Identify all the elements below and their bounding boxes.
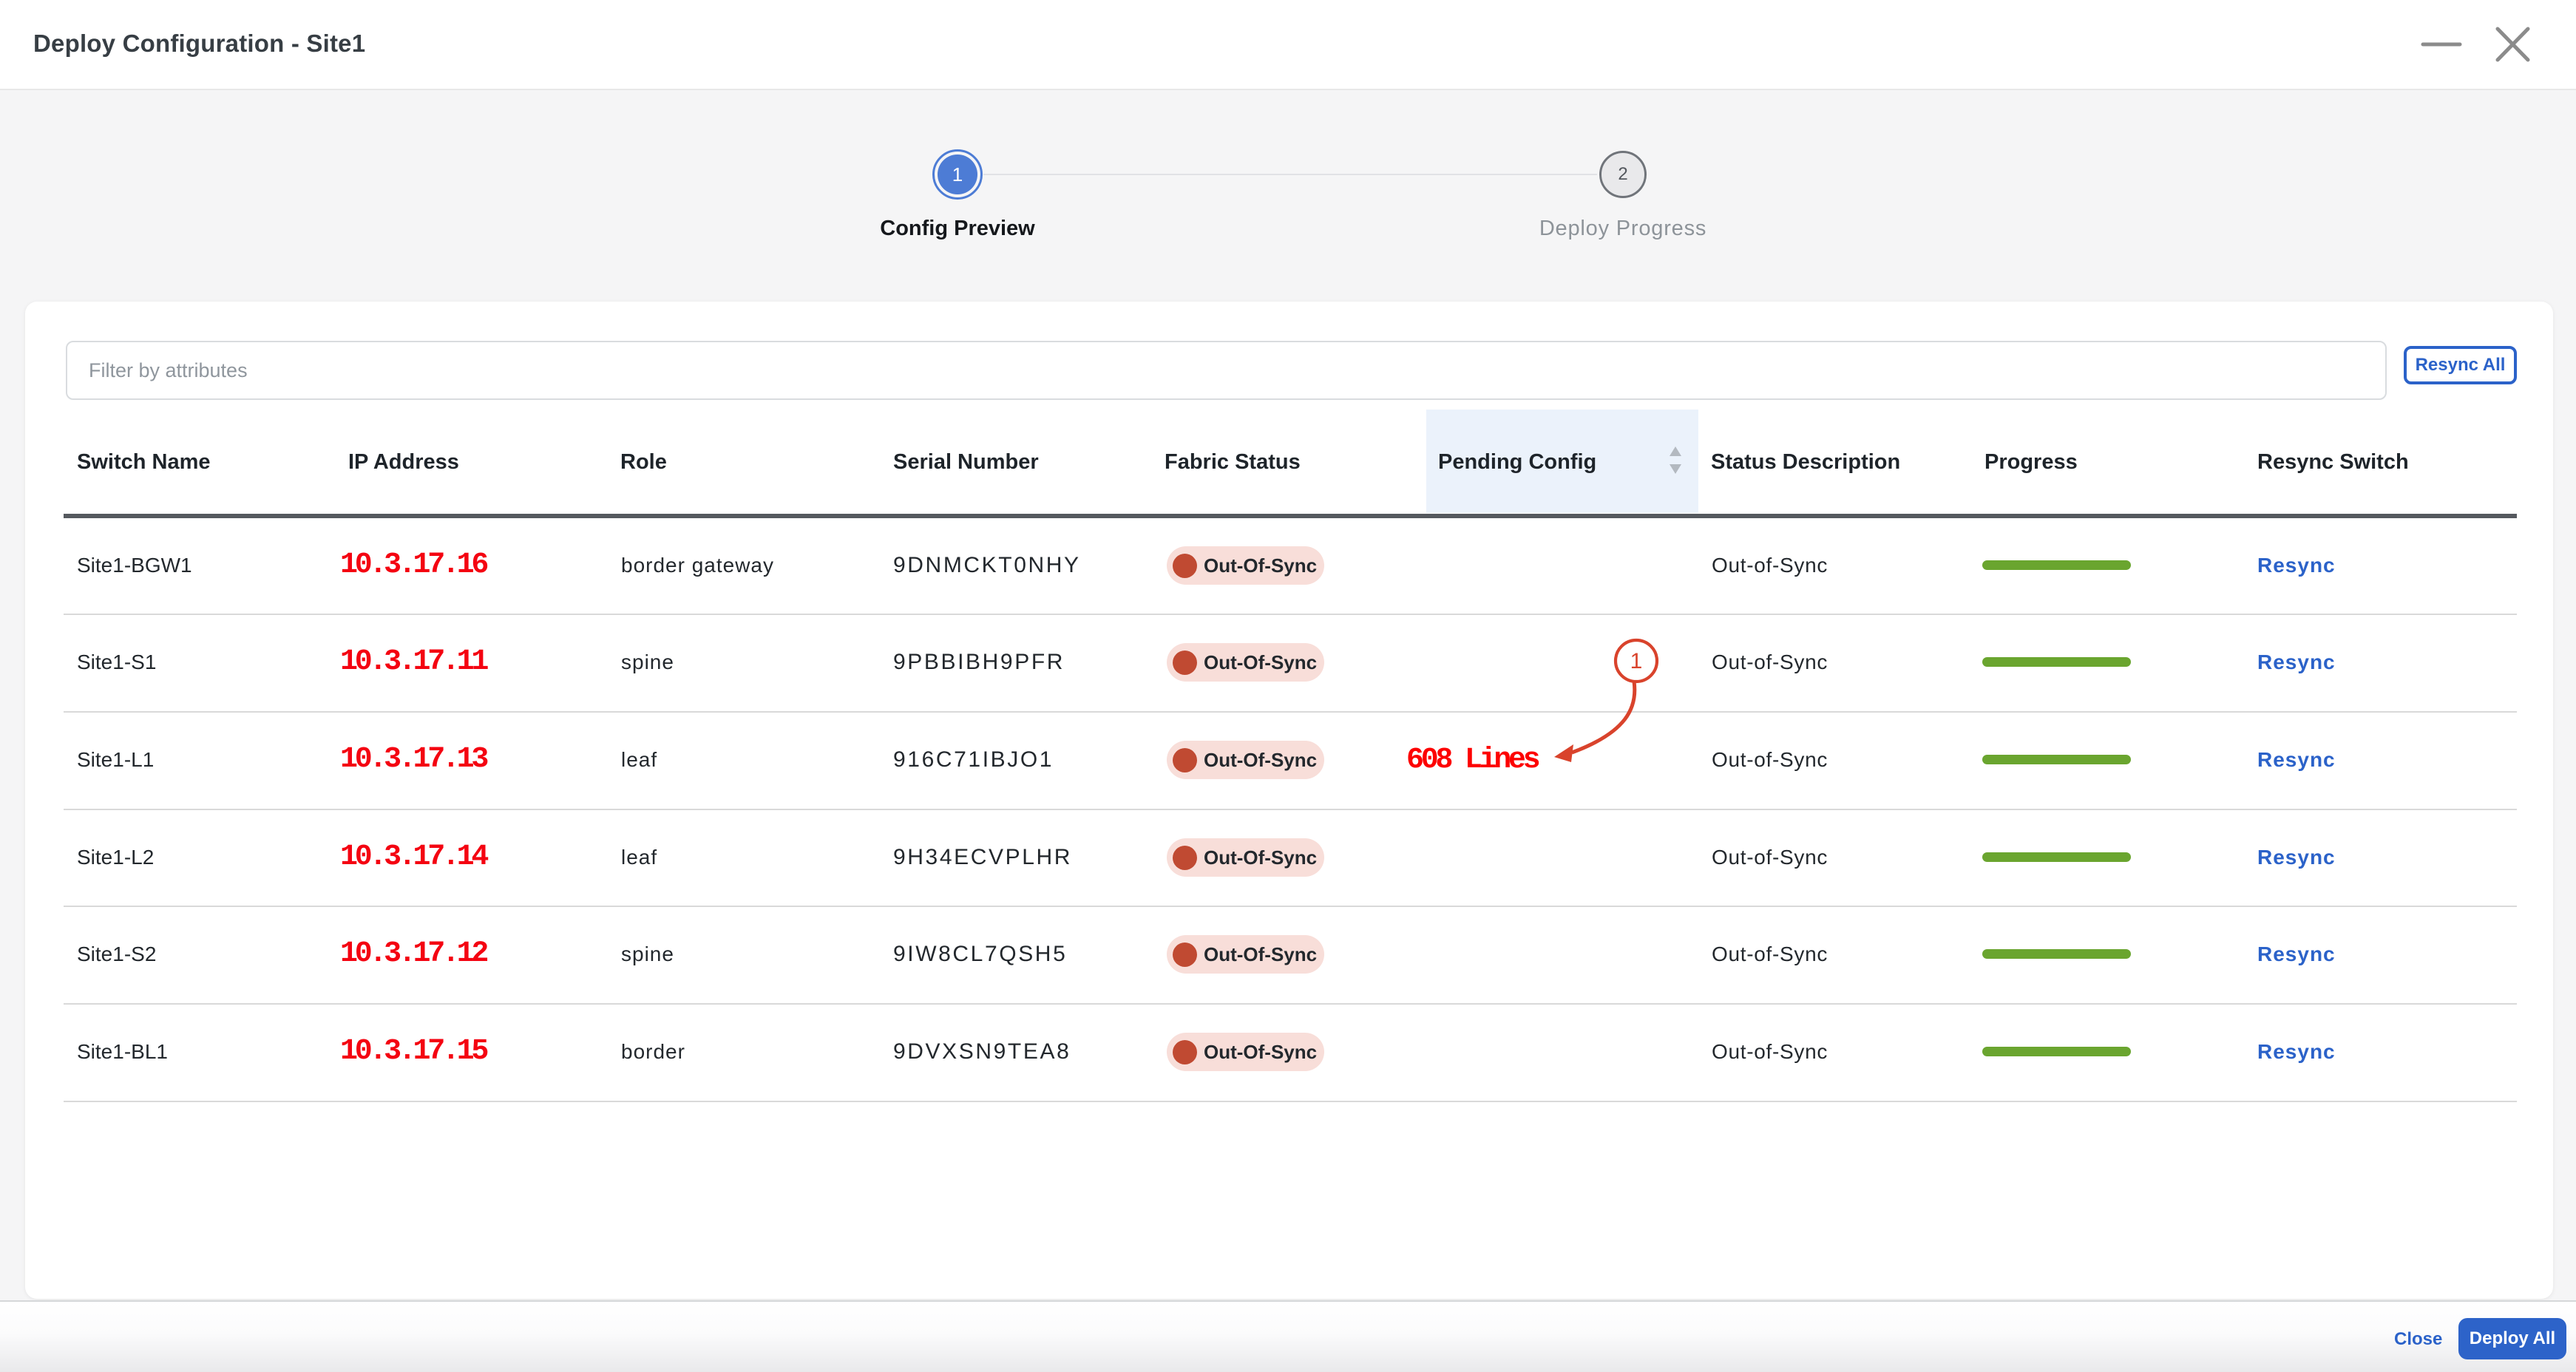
svg-text:1: 1 xyxy=(1630,649,1643,673)
